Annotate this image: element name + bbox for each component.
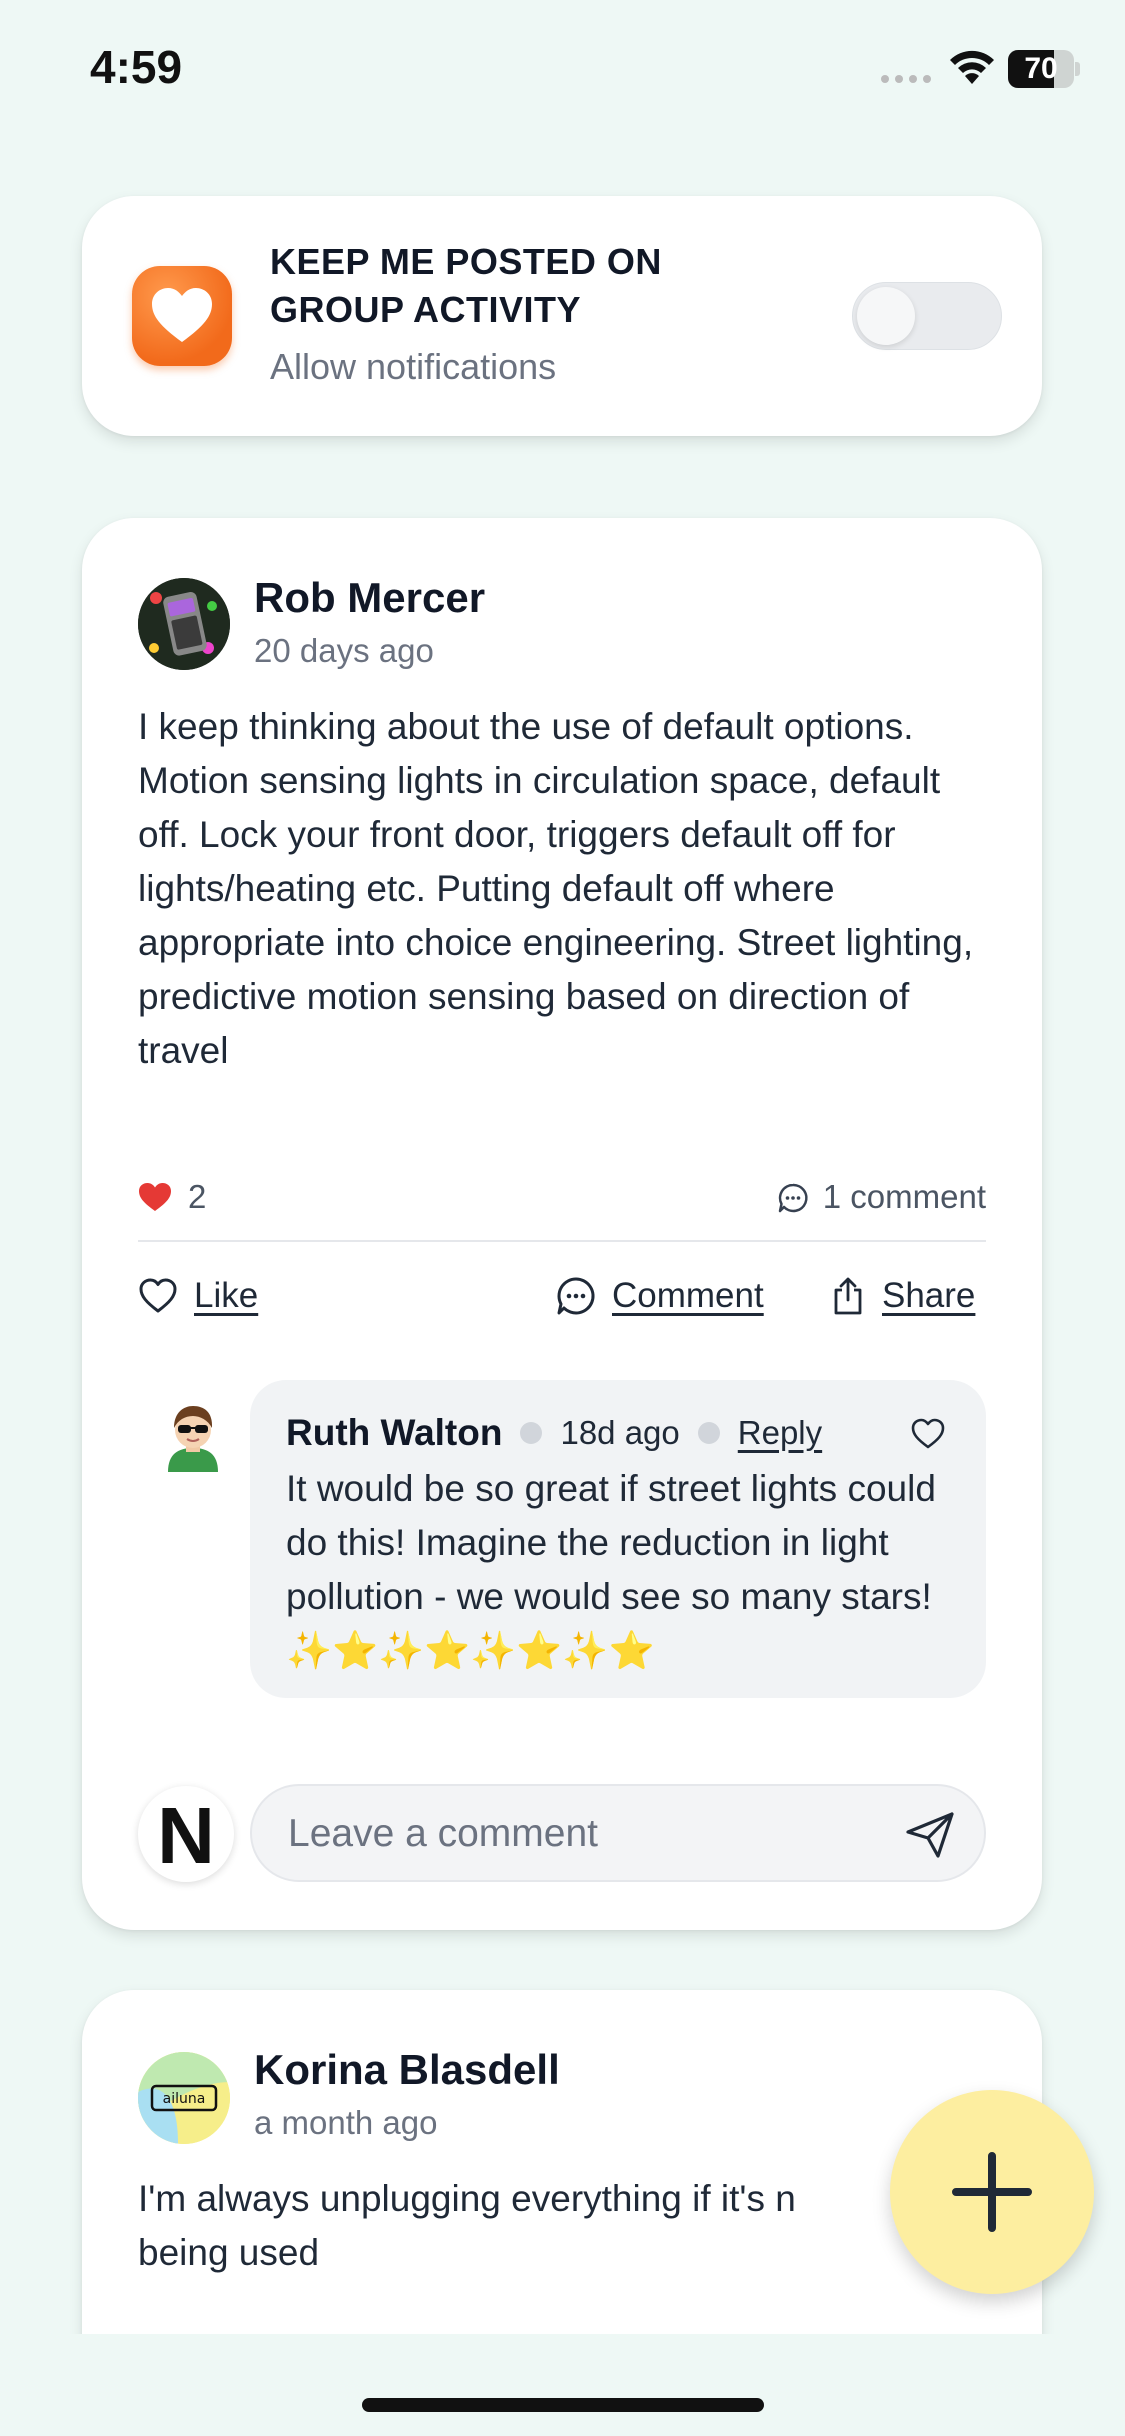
separator-dot bbox=[520, 1422, 543, 1444]
status-time: 4:59 bbox=[90, 41, 183, 93]
comment-icon bbox=[557, 1277, 595, 1315]
reply-comment: Ruth Walton 18d ago Reply It would be so… bbox=[250, 1380, 986, 1698]
like-button[interactable]: Like bbox=[138, 1268, 258, 1324]
reply-author-name[interactable]: Ruth Walton bbox=[286, 1412, 502, 1454]
avatar-logo-text: ailuna bbox=[163, 2091, 206, 2107]
comment-button[interactable]: Comment bbox=[556, 1268, 764, 1324]
comment-count-link[interactable]: 1 comment bbox=[777, 1178, 986, 1218]
heart-outline-icon[interactable] bbox=[910, 1418, 946, 1450]
battery-icon: 70 bbox=[1008, 50, 1080, 88]
reply-time: 18d ago bbox=[560, 1414, 680, 1451]
send-icon[interactable] bbox=[904, 1810, 956, 1860]
separator-dot bbox=[697, 1422, 720, 1444]
toggle-knob bbox=[857, 287, 915, 345]
post-time: a month ago bbox=[254, 2104, 438, 2141]
avatar-letter: N bbox=[157, 1791, 215, 1880]
battery-level: 70 bbox=[1024, 52, 1058, 85]
reply-button[interactable]: Reply bbox=[738, 1414, 822, 1452]
share-label: Share bbox=[882, 1276, 976, 1315]
divider bbox=[138, 1240, 986, 1242]
bottom-area bbox=[0, 2334, 1125, 2436]
post-body: I'm always unplugging everything if it's… bbox=[138, 2178, 796, 2273]
post-card: Rob Mercer 20 days ago I keep thinking a… bbox=[82, 518, 1042, 1930]
author-name[interactable]: Korina Blasdell bbox=[254, 2046, 560, 2094]
status-bar: 4:59 70 bbox=[0, 0, 1125, 130]
notification-card: KEEP ME POSTED ON GROUP ACTIVITY Allow n… bbox=[82, 196, 1042, 436]
comment-composer bbox=[250, 1784, 986, 1882]
add-post-button[interactable] bbox=[890, 2090, 1094, 2294]
comment-count: 1 comment bbox=[822, 1178, 986, 1215]
comment-label: Comment bbox=[612, 1276, 764, 1315]
post-stats: 2 1 comment bbox=[138, 1176, 986, 1222]
heart-filled-icon bbox=[139, 1183, 171, 1211]
plus-icon bbox=[952, 2152, 1032, 2232]
reply-header: Ruth Walton 18d ago Reply bbox=[286, 1408, 822, 1458]
comment-input[interactable] bbox=[288, 1806, 888, 1862]
like-label: Like bbox=[194, 1276, 259, 1315]
heart-outline-icon bbox=[139, 1278, 177, 1313]
home-indicator[interactable] bbox=[362, 2398, 764, 2412]
author-avatar[interactable]: ailuna bbox=[138, 2052, 230, 2144]
notification-title: KEEP ME POSTED ON GROUP ACTIVITY bbox=[270, 241, 662, 330]
notification-subtitle: Allow notifications bbox=[270, 346, 557, 387]
author-avatar[interactable] bbox=[138, 578, 230, 670]
author-name[interactable]: Rob Mercer bbox=[254, 574, 485, 622]
share-button[interactable]: Share bbox=[830, 1268, 975, 1324]
reply-text: It would be so great if street lights co… bbox=[286, 1468, 936, 1671]
post-time: 20 days ago bbox=[254, 632, 434, 669]
wifi-icon bbox=[950, 50, 994, 84]
reply-author-avatar[interactable] bbox=[156, 1398, 230, 1472]
heart-app-icon bbox=[132, 266, 232, 366]
share-icon bbox=[834, 1277, 862, 1315]
notifications-toggle[interactable] bbox=[852, 282, 1002, 350]
signal-icon bbox=[881, 75, 931, 83]
post-body: I keep thinking about the use of default… bbox=[138, 706, 974, 1071]
like-count: 2 bbox=[188, 1178, 207, 1215]
current-user-avatar: N bbox=[138, 1786, 234, 1882]
